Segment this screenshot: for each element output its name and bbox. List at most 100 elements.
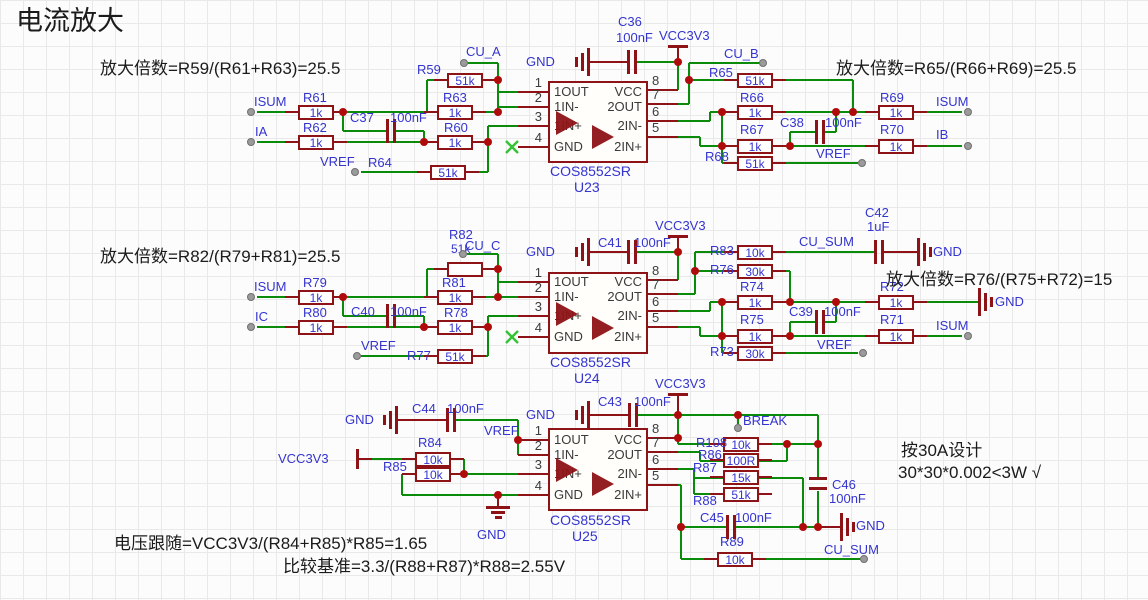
capacitor-C40[interactable] bbox=[386, 304, 389, 328]
wire bbox=[817, 491, 819, 527]
resistor-R78[interactable]: 1k bbox=[437, 320, 473, 335]
ground-symbol-icon[interactable] bbox=[978, 288, 981, 316]
wire bbox=[498, 106, 518, 108]
resistor-R73[interactable]: 30k bbox=[737, 346, 773, 361]
capacitor-C43[interactable] bbox=[628, 403, 631, 427]
capacitor-ref-label: C39 bbox=[789, 305, 813, 319]
capacitor-C45[interactable] bbox=[726, 515, 729, 539]
resistor-R74[interactable]: 1k bbox=[737, 295, 773, 310]
ground-symbol-icon[interactable] bbox=[383, 415, 386, 425]
capacitor-ref-label: C37 bbox=[350, 111, 374, 125]
net-port-VREF[interactable] bbox=[858, 159, 866, 167]
net-port-label: CU_B bbox=[724, 47, 759, 61]
capacitor-C38[interactable] bbox=[815, 120, 818, 144]
capacitor-C36[interactable] bbox=[627, 50, 630, 74]
ic-ref-label: U23 bbox=[574, 180, 600, 194]
junction-dot bbox=[718, 142, 726, 150]
ground-bar bbox=[581, 243, 584, 261]
resistor-R80[interactable]: 1k bbox=[298, 320, 334, 335]
net-label-VREF[interactable]: VREF bbox=[484, 424, 519, 438]
ground-label: GND bbox=[856, 519, 885, 533]
net-port-CU_A[interactable] bbox=[460, 59, 468, 67]
ground-symbol-icon[interactable] bbox=[486, 506, 510, 509]
resistor-value: 1k bbox=[749, 107, 762, 119]
net-port-ISUM[interactable] bbox=[964, 108, 972, 116]
resistor-R63[interactable]: 1k bbox=[437, 105, 473, 120]
capacitor-C37[interactable] bbox=[386, 119, 389, 143]
ground-symbol-icon[interactable] bbox=[840, 513, 843, 541]
resistor-R72[interactable]: 1k bbox=[878, 295, 914, 310]
resistor-R86[interactable]: 100R bbox=[723, 453, 759, 468]
net-port-label: IC bbox=[255, 310, 268, 324]
resistor-R67[interactable]: 1k bbox=[737, 139, 773, 154]
junction-dot bbox=[484, 138, 492, 146]
resistor-ref-label: R65 bbox=[709, 66, 733, 80]
resistor-lead bbox=[773, 79, 786, 81]
net-port-BREAK[interactable] bbox=[734, 424, 742, 432]
capacitor-C46[interactable] bbox=[809, 477, 827, 480]
capacitor-C39[interactable] bbox=[815, 310, 818, 334]
net-port-ISUM[interactable] bbox=[247, 108, 255, 116]
capacitor-value: 100nF bbox=[824, 305, 861, 319]
resistor-R88[interactable]: 51k bbox=[723, 487, 759, 502]
resistor-R65[interactable]: 51k bbox=[737, 73, 773, 88]
ground-symbol-icon[interactable] bbox=[575, 247, 578, 257]
net-port-IC[interactable] bbox=[247, 323, 255, 331]
net-port-ISUM[interactable] bbox=[247, 293, 255, 301]
ic-pin bbox=[518, 125, 548, 127]
capacitor-plate bbox=[809, 487, 827, 490]
resistor-R108[interactable]: 10k bbox=[723, 437, 759, 452]
resistor-R69[interactable]: 1k bbox=[878, 105, 914, 120]
resistor-R66[interactable]: 1k bbox=[737, 105, 773, 120]
resistor-R71[interactable]: 1k bbox=[878, 329, 914, 344]
power-flag-vcc-icon[interactable] bbox=[668, 393, 688, 396]
resistor-value: 10k bbox=[725, 554, 744, 566]
junction-dot bbox=[786, 142, 794, 150]
resistor-lead bbox=[334, 326, 347, 328]
junction-dot bbox=[718, 298, 726, 306]
power-flag-vcc-icon[interactable] bbox=[668, 235, 688, 238]
resistor-R64[interactable]: 51k bbox=[430, 165, 466, 180]
resistor-R60[interactable]: 1k bbox=[437, 135, 473, 150]
net-port-VREF[interactable] bbox=[353, 352, 361, 360]
ground-symbol-icon[interactable] bbox=[575, 57, 578, 67]
resistor-R68[interactable]: 51k bbox=[737, 156, 773, 171]
resistor-R62[interactable]: 1k bbox=[298, 135, 334, 150]
capacitor-C41[interactable] bbox=[627, 240, 630, 264]
resistor-R84[interactable]: 10k bbox=[415, 452, 451, 467]
wire bbox=[677, 252, 679, 280]
power-flag-vcc-icon[interactable] bbox=[668, 45, 688, 48]
resistor-R75[interactable]: 1k bbox=[737, 329, 773, 344]
net-port-CU_B[interactable] bbox=[759, 59, 767, 67]
resistor-lead bbox=[473, 296, 486, 298]
resistor-R77[interactable]: 51k bbox=[437, 349, 473, 364]
ground-symbol-icon[interactable] bbox=[917, 238, 920, 266]
resistor-R61[interactable]: 1k bbox=[298, 105, 334, 120]
wire bbox=[709, 112, 711, 121]
net-port-IB[interactable] bbox=[964, 142, 972, 150]
power-flag-vcc-icon[interactable] bbox=[356, 449, 359, 469]
resistor-R79[interactable]: 1k bbox=[298, 290, 334, 305]
resistor-R70[interactable]: 1k bbox=[878, 139, 914, 154]
net-port-IA[interactable] bbox=[247, 138, 255, 146]
resistor-lead bbox=[434, 79, 447, 81]
resistor-value: 51k bbox=[731, 489, 750, 501]
resistor-R89[interactable]: 10k bbox=[717, 552, 753, 567]
resistor-R59[interactable]: 51k bbox=[447, 73, 483, 88]
junction-dot bbox=[691, 267, 699, 275]
resistor-value: 1k bbox=[449, 292, 462, 304]
resistor-R87[interactable]: 15k bbox=[723, 470, 759, 485]
resistor-R81[interactable]: 1k bbox=[437, 290, 473, 305]
net-port-label: IB bbox=[936, 128, 948, 142]
junction-dot bbox=[799, 523, 807, 531]
ground-symbol-icon[interactable] bbox=[575, 410, 578, 420]
resistor-lead bbox=[773, 352, 786, 354]
resistor-R85[interactable]: 10k bbox=[415, 467, 451, 482]
net-port-VREF[interactable] bbox=[351, 168, 359, 176]
net-port-VREF[interactable] bbox=[859, 349, 867, 357]
net-port-ISUM[interactable] bbox=[964, 332, 972, 340]
capacitor-C42[interactable] bbox=[874, 240, 877, 264]
net-label-CU_SUM[interactable]: CU_SUM bbox=[799, 235, 854, 249]
resistor-R76[interactable]: 30k bbox=[737, 264, 773, 279]
resistor-R83[interactable]: 10k bbox=[737, 245, 773, 260]
